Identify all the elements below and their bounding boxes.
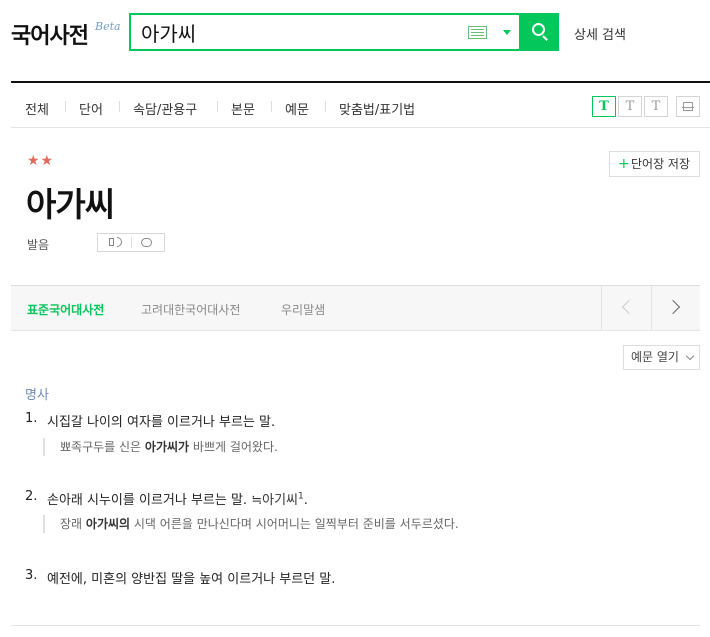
tab-urimalsaem[interactable]: 우리말샘 bbox=[281, 301, 325, 318]
header: 국어사전 Beta 상세 검색 bbox=[0, 0, 710, 83]
pronunciation-label: 발음 bbox=[27, 238, 50, 252]
category-example[interactable]: 예문 bbox=[285, 99, 309, 118]
chevron-right-icon bbox=[665, 299, 681, 315]
dictionary-tabs: 표준국어대사전 고려대한국어대사전 우리말샘 bbox=[11, 285, 700, 331]
category-all[interactable]: 전체 bbox=[25, 99, 49, 118]
keyboard-icon[interactable] bbox=[468, 26, 487, 39]
category-nav: 전체 단어 속담/관용구 본문 예문 맞춤법/표기법 T T T bbox=[11, 84, 710, 128]
importance-stars: ★★ bbox=[27, 153, 55, 169]
font-size-medium-button[interactable]: T bbox=[618, 96, 642, 117]
sense-definition: 시집갈 나이의 여자를 이르거나 부르는 말. bbox=[47, 415, 276, 430]
plus-icon: + bbox=[618, 156, 630, 172]
pronunciation-controls bbox=[97, 233, 165, 252]
category-body[interactable]: 본문 bbox=[231, 99, 255, 118]
examples-toggle-button[interactable]: 예문 열기 bbox=[623, 345, 700, 370]
print-icon bbox=[682, 102, 694, 111]
entry-word: 아가씨 bbox=[26, 185, 115, 224]
sense-example: 뾰족구두를 신은 아가씨가 바쁘게 걸어왔다. bbox=[43, 438, 278, 456]
search-box[interactable] bbox=[129, 13, 521, 51]
font-size-large-button[interactable]: T bbox=[644, 96, 668, 117]
beta-badge: Beta bbox=[95, 20, 121, 33]
prev-button[interactable] bbox=[601, 286, 651, 330]
speaker-icon[interactable] bbox=[109, 238, 114, 246]
sense-number: 2. bbox=[25, 489, 38, 504]
repeat-icon[interactable] bbox=[141, 238, 152, 247]
category-word[interactable]: 단어 bbox=[79, 99, 103, 118]
sense-number: 1. bbox=[25, 411, 38, 426]
print-button[interactable] bbox=[676, 96, 700, 117]
search-input[interactable] bbox=[141, 19, 461, 45]
search-button[interactable] bbox=[521, 13, 559, 51]
header-divider bbox=[11, 81, 710, 83]
category-idiom[interactable]: 속담/관용구 bbox=[133, 99, 197, 118]
next-button[interactable] bbox=[651, 286, 700, 330]
tab-korea-univ-dictionary[interactable]: 고려대한국어대사전 bbox=[141, 301, 240, 318]
sense-definition: 손아래 시누이를 이르거나 부르는 말. ≒아기씨1. bbox=[47, 491, 308, 508]
sense-number: 3. bbox=[25, 568, 38, 583]
chevron-down-icon bbox=[685, 351, 695, 361]
advanced-search-link[interactable]: 상세 검색 bbox=[574, 24, 626, 43]
chevron-left-icon bbox=[621, 299, 637, 315]
font-size-small-button[interactable]: T bbox=[592, 96, 616, 117]
logo[interactable]: 국어사전 bbox=[11, 18, 89, 50]
part-of-speech: 명사 bbox=[25, 388, 49, 403]
tab-standard-dictionary[interactable]: 표준국어대사전 bbox=[27, 301, 104, 318]
sense-definition: 예전에, 미혼의 양반집 딸을 높여 이르거나 부르던 말. bbox=[47, 572, 336, 587]
chevron-down-icon[interactable] bbox=[503, 30, 511, 35]
sense-example: 장래 아가씨의 시댁 어른을 만나신다며 시어머니는 일찍부터 준비를 서두르셨… bbox=[43, 515, 459, 533]
cross-reference-link[interactable]: ≒아기씨1 bbox=[251, 492, 304, 508]
bottom-divider bbox=[11, 625, 700, 626]
save-to-wordbook-button[interactable]: + 단어장 저장 bbox=[609, 151, 700, 177]
category-spelling[interactable]: 맞춤법/표기법 bbox=[339, 99, 415, 118]
